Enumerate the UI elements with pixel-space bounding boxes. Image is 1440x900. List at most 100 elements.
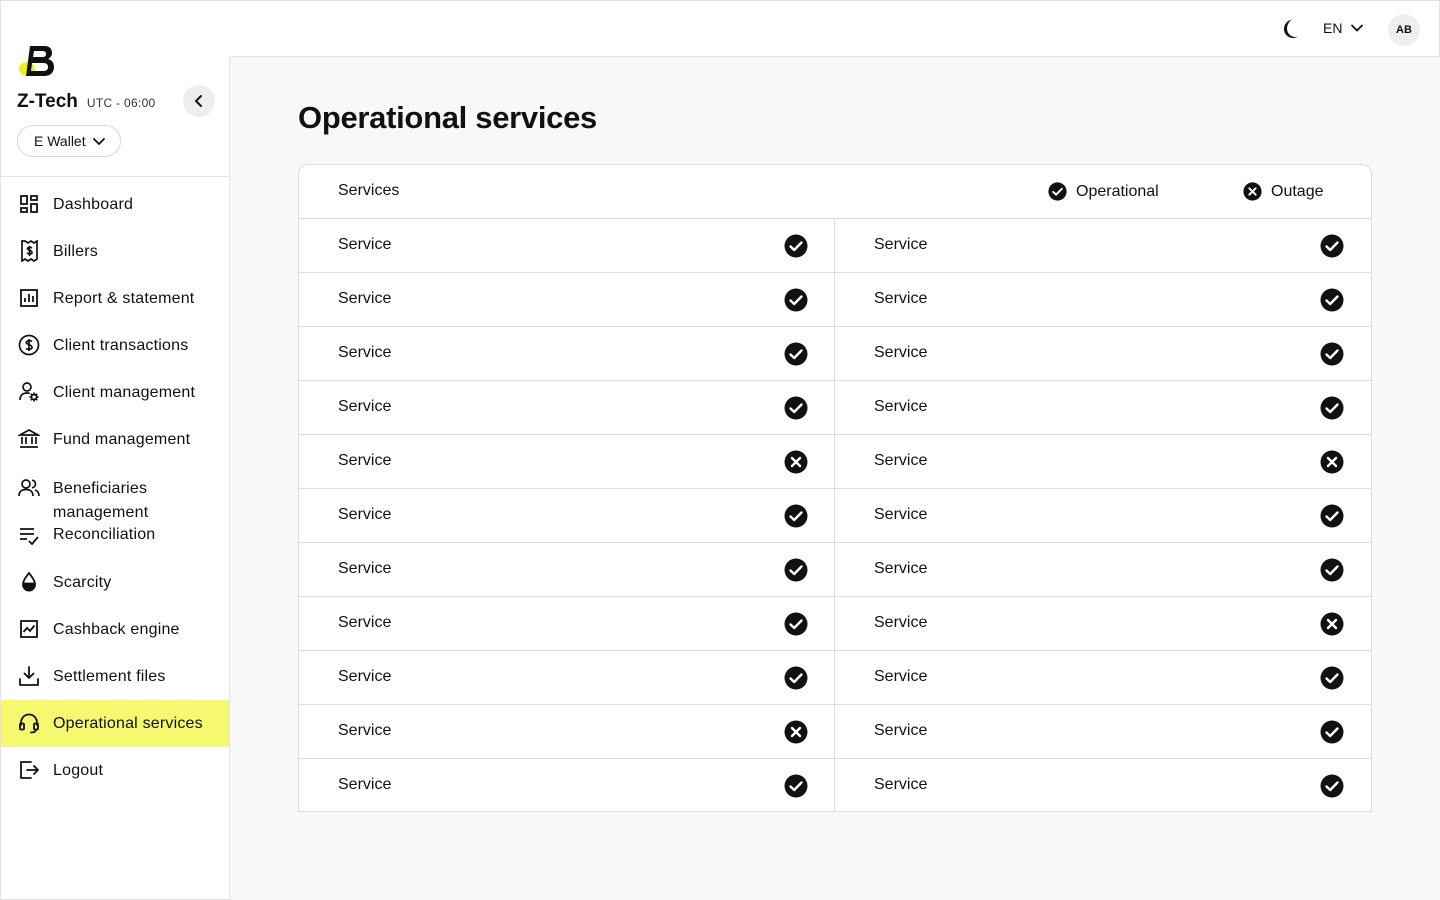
sidebar-item-client-management[interactable]: Client management	[1, 369, 229, 416]
x-circle-icon	[1243, 182, 1262, 201]
table-row: Service Service	[299, 597, 1371, 651]
check-circle-icon	[784, 396, 808, 420]
headset-icon	[18, 712, 40, 734]
services-column-header: Services	[338, 182, 400, 199]
service-name: Service	[874, 236, 928, 253]
table-row: Service Service	[299, 489, 1371, 543]
service-cell: Service	[835, 705, 1371, 758]
drop-icon	[18, 571, 40, 593]
service-name: Service	[874, 506, 928, 523]
service-cell: Service	[299, 759, 835, 811]
topbar: EN AB	[229, 0, 1440, 57]
service-name: Service	[874, 290, 928, 307]
language-select-value: EN	[1323, 20, 1343, 36]
service-name: Service	[874, 344, 928, 361]
check-circle-icon	[784, 342, 808, 366]
chevron-left-icon	[195, 95, 202, 107]
sidebar-item-billers[interactable]: Billers	[1, 228, 229, 275]
sidebar-item-label: Settlement files	[53, 668, 166, 685]
service-name: Service	[338, 668, 392, 685]
table-row: Service Service	[299, 327, 1371, 381]
service-name: Service	[338, 344, 392, 361]
sidebar-item-fund-management[interactable]: Fund management	[1, 416, 229, 463]
service-name: Service	[338, 452, 392, 469]
table-row: Service Service	[299, 651, 1371, 705]
service-name: Service	[338, 614, 392, 631]
service-cell: Service	[299, 327, 835, 380]
table-row: Service Service	[299, 219, 1371, 273]
legend-operational-label: Operational	[1076, 182, 1159, 200]
sidebar-item-label: Cashback engine	[53, 621, 180, 638]
service-cell: Service	[835, 327, 1371, 380]
check-circle-icon	[1320, 504, 1344, 528]
wallet-select[interactable]: E Wallet	[17, 125, 121, 157]
bank-icon	[18, 428, 40, 450]
table-row: Service Service	[299, 705, 1371, 759]
company-logo	[19, 46, 54, 76]
avatar[interactable]: AB	[1388, 14, 1420, 46]
check-circle-icon	[1320, 558, 1344, 582]
sidebar-item-scarcity[interactable]: Scarcity	[1, 559, 229, 606]
table-row: Service Service	[299, 273, 1371, 327]
services-table-header: Services Operational Outage	[299, 165, 1371, 219]
sidebar-item-dashboard[interactable]: Dashboard	[1, 181, 229, 228]
sidebar-item-client-transactions[interactable]: Client transactions	[1, 322, 229, 369]
x-circle-icon	[1320, 612, 1344, 636]
service-cell: Service	[835, 273, 1371, 326]
check-circle-icon	[784, 558, 808, 582]
table-row: Service Service	[299, 543, 1371, 597]
sidebar-item-logout[interactable]: Logout	[1, 747, 229, 794]
service-cell: Service	[299, 273, 835, 326]
sidebar: Z-Tech UTC - 06:00 E Wallet Dashboard Bi…	[0, 0, 230, 900]
dashboard-icon	[18, 193, 40, 215]
sidebar-item-report[interactable]: Report & statement	[1, 275, 229, 322]
service-cell: Service	[835, 759, 1371, 811]
check-circle-icon	[1320, 342, 1344, 366]
collapse-sidebar-button[interactable]	[183, 85, 215, 117]
sidebar-item-label: Reconciliation	[53, 526, 156, 543]
company-timezone: UTC - 06:00	[86, 96, 156, 110]
sidebar-item-label: Billers	[53, 243, 98, 260]
language-select[interactable]: EN	[1323, 20, 1364, 36]
check-circle-icon	[784, 504, 808, 528]
check-circle-icon	[1320, 234, 1344, 258]
table-row: Service Service	[299, 435, 1371, 489]
user-gear-icon	[18, 381, 40, 403]
service-cell: Service	[835, 489, 1371, 542]
service-name: Service	[338, 722, 392, 739]
sidebar-item-beneficiaries[interactable]: Beneficiaries management	[1, 463, 229, 521]
service-cell: Service	[835, 651, 1371, 704]
check-circle-icon	[784, 612, 808, 636]
download-icon	[18, 665, 40, 687]
services-panel: Services Operational Outage Service Servi…	[298, 164, 1372, 812]
sidebar-item-label: Report & statement	[53, 290, 195, 307]
service-name: Service	[874, 398, 928, 415]
sidebar-item-operational-services[interactable]: Operational services	[1, 700, 229, 747]
moon-icon[interactable]	[1277, 17, 1301, 41]
service-name: Service	[874, 776, 928, 793]
service-cell: Service	[835, 435, 1371, 488]
sidebar-item-label: Fund management	[53, 431, 191, 448]
legend-outage-label: Outage	[1271, 182, 1324, 200]
check-circle-icon	[784, 288, 808, 312]
legend-outage: Outage	[1243, 182, 1323, 201]
logout-icon	[18, 759, 40, 781]
service-cell: Service	[299, 543, 835, 596]
chart-line-icon	[18, 618, 40, 640]
check-circle-icon	[1320, 288, 1344, 312]
billers-icon	[18, 240, 40, 262]
sidebar-item-reconciliation[interactable]: Reconciliation	[1, 511, 229, 551]
sidebar-item-cashback[interactable]: Cashback engine	[1, 606, 229, 653]
service-cell: Service	[299, 489, 835, 542]
service-name: Service	[338, 398, 392, 415]
sidebar-item-settlement-files[interactable]: Settlement files	[1, 653, 229, 700]
check-circle-icon	[784, 234, 808, 258]
report-icon	[18, 287, 40, 309]
service-name: Service	[338, 506, 392, 523]
check-circle-icon	[1320, 720, 1344, 744]
chevron-down-icon	[1351, 24, 1364, 32]
service-cell: Service	[835, 543, 1371, 596]
service-name: Service	[338, 560, 392, 577]
service-cell: Service	[299, 597, 835, 650]
check-circle-icon	[1320, 666, 1344, 690]
